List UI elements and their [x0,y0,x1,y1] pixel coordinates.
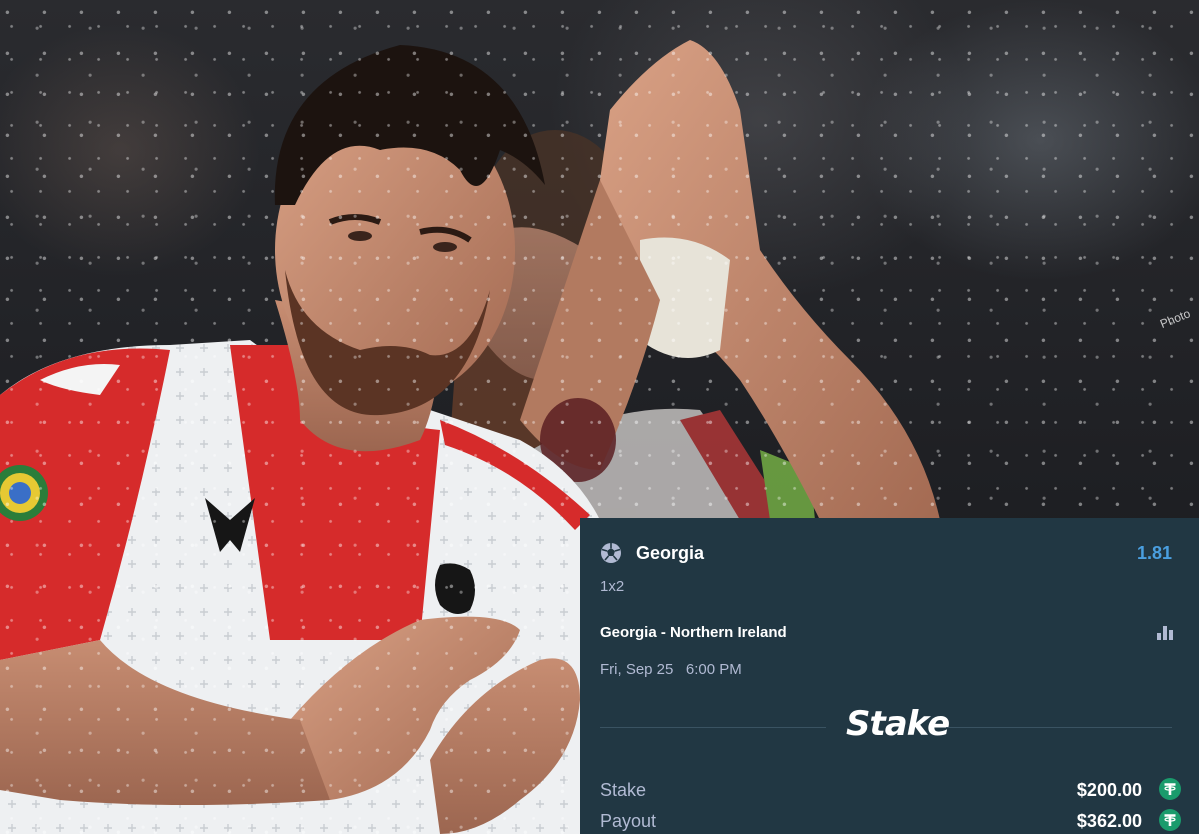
bet-market: 1x2 [600,578,625,595]
match-datetime: Fri, Sep 25 6:00 PM [600,661,742,678]
divider [600,727,826,728]
bet-selection: Georgia [636,543,705,563]
bet-slip-card: Georgia 1.81 1x2 Georgia - Northern Irel… [580,518,1199,834]
bar-chart-icon[interactable] [1156,623,1174,641]
payout-label: Payout [600,811,657,831]
stake-amount: $200.00 [1076,780,1142,800]
stake-logo: Stake [846,704,950,744]
payout-amount: $362.00 [1076,811,1142,831]
stake-label: Stake [600,780,647,800]
soccer-ball-icon [601,543,621,563]
divider [946,727,1172,728]
bet-odds: 1.81 [1136,543,1172,563]
match-name[interactable]: Georgia - Northern Ireland [600,624,787,641]
tether-coin-icon [1159,809,1181,831]
tether-coin-icon [1159,778,1181,800]
